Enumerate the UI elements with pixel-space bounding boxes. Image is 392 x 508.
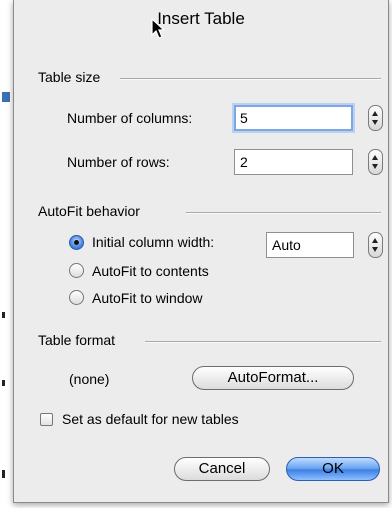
- stepper-down-icon[interactable]: [372, 164, 378, 169]
- autoformat-button[interactable]: AutoFormat...: [192, 366, 354, 390]
- stepper-up-icon[interactable]: [372, 238, 378, 243]
- table-size-heading: Table size: [38, 69, 101, 85]
- dialog-title: Insert Table: [157, 9, 245, 28]
- background-window-edge: [0, 0, 14, 508]
- mouse-pointer-icon: [151, 18, 166, 39]
- column-width-stepper[interactable]: [368, 232, 383, 258]
- table-format-current: (none): [69, 371, 110, 387]
- table-size-divider: [120, 78, 381, 80]
- autofit-heading: AutoFit behavior: [38, 203, 140, 219]
- autofit-contents-label[interactable]: AutoFit to contents: [92, 263, 209, 279]
- columns-input[interactable]: 5: [234, 105, 353, 131]
- table-format-divider: [145, 341, 381, 343]
- stepper-up-icon[interactable]: [372, 111, 378, 116]
- initial-column-width-radio[interactable]: [69, 235, 84, 250]
- table-format-heading: Table format: [38, 332, 116, 348]
- rows-stepper[interactable]: [368, 149, 383, 175]
- stepper-up-icon[interactable]: [372, 155, 378, 160]
- cancel-button[interactable]: Cancel: [174, 457, 270, 481]
- autofit-window-radio[interactable]: [69, 290, 84, 305]
- autofit-window-label[interactable]: AutoFit to window: [92, 290, 203, 306]
- columns-stepper[interactable]: [368, 105, 383, 131]
- rows-input[interactable]: 2: [234, 149, 353, 175]
- stepper-down-icon[interactable]: [372, 120, 378, 125]
- columns-label: Number of columns:: [67, 110, 193, 126]
- stepper-down-icon[interactable]: [372, 247, 378, 252]
- initial-column-width-label[interactable]: Initial column width:: [92, 234, 214, 250]
- set-default-checkbox[interactable]: [40, 413, 53, 426]
- autofit-divider: [186, 212, 381, 214]
- rows-label: Number of rows:: [67, 154, 170, 170]
- set-default-label[interactable]: Set as default for new tables: [62, 411, 239, 427]
- column-width-input[interactable]: Auto: [266, 232, 354, 258]
- ok-button[interactable]: OK: [286, 457, 380, 481]
- autofit-contents-radio[interactable]: [69, 263, 84, 278]
- insert-table-dialog: Insert Table Table size Number of column…: [13, 0, 389, 503]
